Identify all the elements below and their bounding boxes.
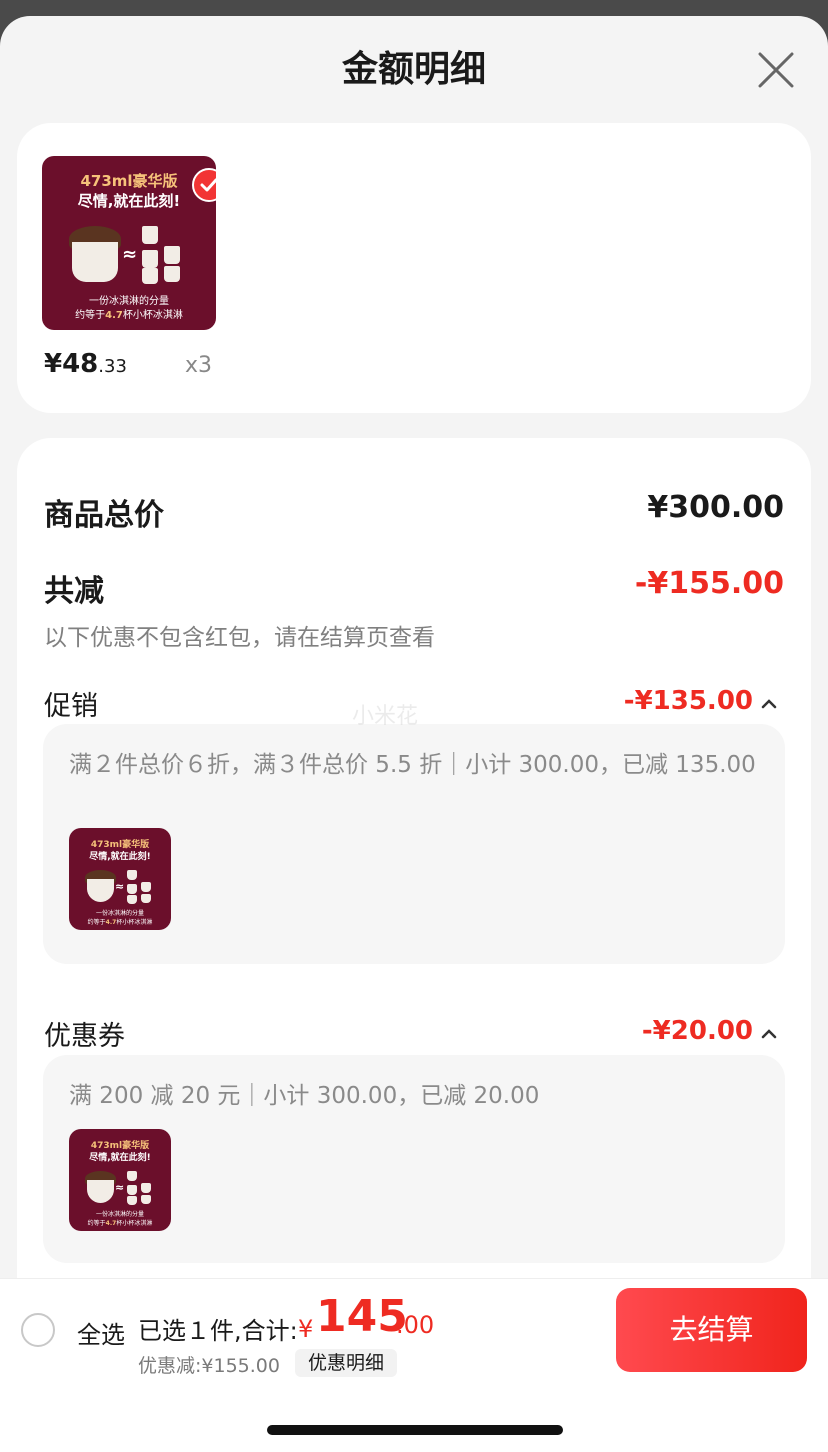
mini-cup	[127, 1185, 137, 1195]
promo-description: 满２件总价６折，满３件总价 5.5 折｜小计 300.00，已减 135.00	[69, 752, 756, 778]
product-image-line1: 473ml豪华版	[80, 172, 178, 190]
select-all-label[interactable]: 全选	[77, 1315, 125, 1350]
product-card: 473ml豪华版 尽情,就在此刻! ≈ 一份冰淇淋的分量 约等于4.7杯小杯冰淇…	[17, 123, 811, 413]
product-price: ¥48.33	[44, 349, 127, 379]
total-currency: ¥	[298, 1315, 314, 1343]
discount-summary: 优惠减:¥155.00	[138, 1355, 280, 1377]
total-price-label: 商品总价	[44, 498, 164, 533]
mini-cup	[141, 1183, 151, 1193]
total-amount: 145	[316, 1291, 408, 1342]
approx-sign: ≈	[115, 880, 125, 893]
chevron-up-icon[interactable]	[759, 1024, 779, 1044]
mini-cup	[141, 882, 151, 892]
mini-cup	[141, 1195, 151, 1204]
mini-cup	[127, 1196, 137, 1205]
mini-cup	[164, 266, 180, 282]
mini-cup	[127, 895, 137, 904]
thumb-line2: 尽情,就在此刻!	[89, 852, 151, 862]
mini-cup	[141, 894, 151, 903]
promo-product-thumb[interactable]: 473ml豪华版 尽情,就在此刻! ≈ 一份冰淇淋的分量 约等于4.7杯小杯冰淇…	[69, 828, 171, 930]
discount-note: 以下优惠不包含红包，请在结算页查看	[44, 625, 435, 651]
discount-detail-button[interactable]: 优惠明细	[295, 1349, 398, 1377]
total-reduce-label: 共减	[44, 574, 104, 609]
product-image-line2: 尽情,就在此刻!	[77, 192, 181, 210]
ice-cream-cup	[87, 879, 114, 902]
coupon-description: 满 200 减 20 元｜小计 300.00，已减 20.00	[69, 1083, 540, 1109]
ice-cream-cup	[87, 1180, 114, 1203]
mini-cup	[142, 250, 158, 268]
ice-cream-cup	[72, 242, 118, 282]
mini-cup	[164, 246, 180, 264]
total-decimal: .00	[396, 1311, 435, 1339]
coupon-value: -¥20.00	[641, 1016, 753, 1046]
promo-value: -¥135.00	[623, 686, 753, 716]
promo-label: 促销	[44, 691, 98, 722]
mini-cup	[127, 884, 137, 894]
coupon-label: 优惠券	[44, 1021, 125, 1052]
mini-cup	[127, 1171, 137, 1181]
total-reduce-value: -¥155.00	[634, 566, 784, 601]
thumb-caption2: 约等于4.7杯小杯冰淇淋	[87, 919, 153, 926]
thumb-caption1: 一份冰淇淋的分量	[95, 1211, 144, 1218]
selected-summary: 已选１件,合计:	[138, 1317, 298, 1345]
thumb-caption2: 约等于4.7杯小杯冰淇淋	[87, 1220, 153, 1227]
home-indicator[interactable]	[267, 1425, 563, 1435]
watermark: 小米花	[352, 704, 419, 729]
amount-detail-sheet: 金额明细 473ml豪华版 尽情,就在此刻! ≈ 一份冰淇淋的分量 约等于4.7…	[0, 16, 828, 1452]
thumb-caption1: 一份冰淇淋的分量	[95, 910, 144, 917]
approx-sign: ≈	[115, 1181, 125, 1194]
promo-detail-box: 满２件总价６折，满３件总价 5.5 折｜小计 300.00，已减 135.00 …	[43, 724, 785, 964]
approx-sign: ≈	[122, 244, 138, 265]
coupon-product-thumb[interactable]: 473ml豪华版 尽情,就在此刻! ≈ 一份冰淇淋的分量 约等于4.7杯小杯冰淇…	[69, 1129, 171, 1231]
product-quantity: x3	[185, 353, 213, 378]
mini-cup	[142, 268, 158, 284]
close-icon[interactable]	[756, 50, 796, 90]
product-image[interactable]: 473ml豪华版 尽情,就在此刻! ≈ 一份冰淇淋的分量 约等于4.7杯小杯冰淇…	[42, 156, 216, 330]
product-image-caption2: 约等于4.7杯小杯冰淇淋	[75, 310, 183, 321]
thumb-line2: 尽情,就在此刻!	[89, 1153, 151, 1163]
checkout-button[interactable]: 去结算	[616, 1288, 807, 1372]
coupon-detail-box: 满 200 减 20 元｜小计 300.00，已减 20.00 473ml豪华版…	[43, 1055, 785, 1263]
mini-cup	[142, 226, 158, 244]
select-all-radio[interactable]	[21, 1313, 55, 1347]
product-image-caption1: 一份冰淇淋的分量	[89, 296, 169, 307]
sheet-title: 金额明细	[341, 49, 486, 90]
total-price-value: ¥300.00	[647, 490, 784, 525]
chevron-up-icon[interactable]	[759, 694, 779, 714]
mini-cup	[127, 870, 137, 880]
